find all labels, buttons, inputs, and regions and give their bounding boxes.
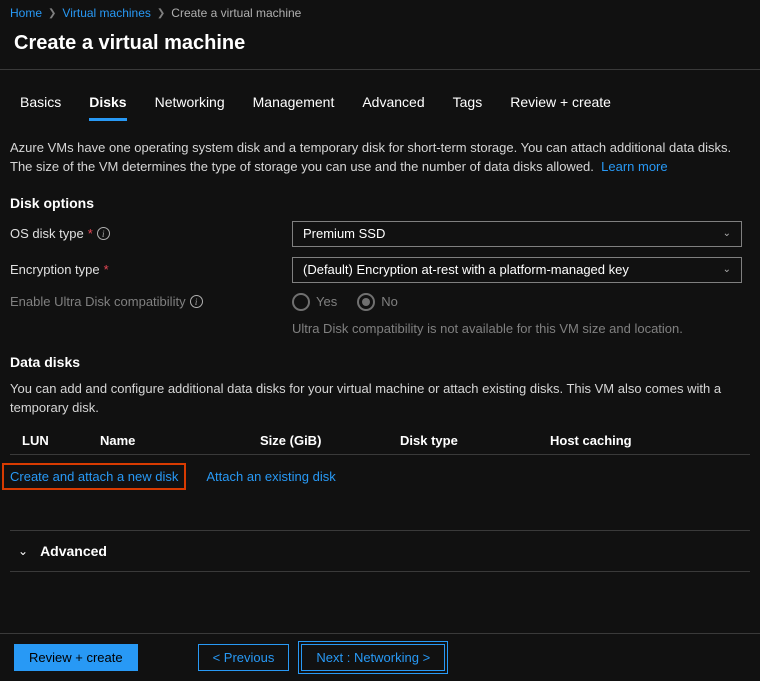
col-disk-type: Disk type xyxy=(400,433,550,448)
data-disks-heading: Data disks xyxy=(10,354,750,370)
col-lun: LUN xyxy=(10,433,100,448)
encryption-type-label: Encryption type * xyxy=(10,262,292,277)
ultra-disk-label: Enable Ultra Disk compatibility i xyxy=(10,294,292,309)
tab-review-create[interactable]: Review + create xyxy=(510,94,611,121)
tab-networking[interactable]: Networking xyxy=(155,94,225,121)
ultra-disk-no-radio xyxy=(357,293,375,311)
wizard-tabs: Basics Disks Networking Management Advan… xyxy=(0,70,760,121)
tab-management[interactable]: Management xyxy=(253,94,335,121)
chevron-down-icon: ⌄ xyxy=(18,544,28,558)
tab-tags[interactable]: Tags xyxy=(453,94,483,121)
advanced-section-toggle[interactable]: ⌄ Advanced xyxy=(10,530,750,572)
chevron-down-icon: ⌄ xyxy=(723,264,731,275)
info-icon[interactable]: i xyxy=(97,227,110,240)
col-size: Size (GiB) xyxy=(260,433,400,448)
ultra-disk-radio-group: Yes No xyxy=(292,293,412,311)
chevron-down-icon: ⌄ xyxy=(723,228,731,239)
ultra-disk-no-label: No xyxy=(381,294,398,309)
chevron-right-icon: ❯ xyxy=(48,8,56,19)
chevron-right-icon: ❯ xyxy=(157,8,165,19)
col-name: Name xyxy=(100,433,260,448)
ultra-disk-yes-radio xyxy=(292,293,310,311)
os-disk-type-label: OS disk type * i xyxy=(10,226,292,241)
tab-disks[interactable]: Disks xyxy=(89,94,126,121)
breadcrumb-home[interactable]: Home xyxy=(10,6,42,20)
data-disks-table-header: LUN Name Size (GiB) Disk type Host cachi… xyxy=(10,427,750,455)
attach-existing-disk-link[interactable]: Attach an existing disk xyxy=(206,469,335,484)
breadcrumb-virtual-machines[interactable]: Virtual machines xyxy=(62,6,151,20)
page-title: Create a virtual machine xyxy=(0,26,760,69)
ultra-disk-hint: Ultra Disk compatibility is not availabl… xyxy=(292,321,750,336)
col-host-caching: Host caching xyxy=(550,433,750,448)
encryption-type-select[interactable]: (Default) Encryption at-rest with a plat… xyxy=(292,257,742,283)
next-button[interactable]: Next : Networking > xyxy=(301,644,445,671)
tab-advanced[interactable]: Advanced xyxy=(362,94,424,121)
intro-description: Azure VMs have one operating system disk… xyxy=(10,139,750,177)
create-attach-new-disk-link[interactable]: Create and attach a new disk xyxy=(2,463,186,490)
info-icon[interactable]: i xyxy=(190,295,203,308)
os-disk-type-select[interactable]: Premium SSD ⌄ xyxy=(292,221,742,247)
tab-basics[interactable]: Basics xyxy=(20,94,61,121)
disk-options-heading: Disk options xyxy=(10,195,750,211)
learn-more-link[interactable]: Learn more xyxy=(601,159,667,174)
breadcrumb-current: Create a virtual machine xyxy=(171,6,301,20)
wizard-footer: Review + create < Previous Next : Networ… xyxy=(0,633,760,681)
advanced-section-label: Advanced xyxy=(40,543,107,559)
breadcrumb: Home ❯ Virtual machines ❯ Create a virtu… xyxy=(0,0,760,26)
data-disks-description: You can add and configure additional dat… xyxy=(10,380,750,418)
required-indicator: * xyxy=(88,226,93,241)
required-indicator: * xyxy=(104,262,109,277)
ultra-disk-yes-label: Yes xyxy=(316,294,337,309)
previous-button[interactable]: < Previous xyxy=(198,644,290,671)
review-create-button[interactable]: Review + create xyxy=(14,644,138,671)
